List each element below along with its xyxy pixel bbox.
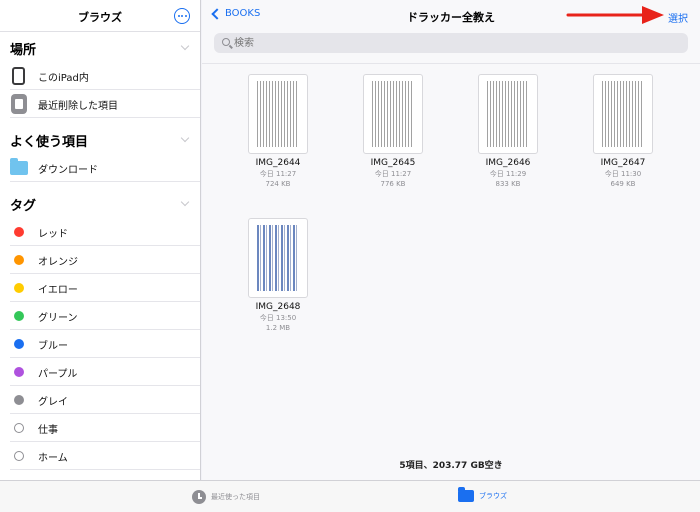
chevron-down-icon: [180, 41, 190, 51]
file-date: 今日 11:29: [489, 170, 527, 178]
section-favorites[interactable]: よく使う項目: [0, 124, 200, 154]
section-tags[interactable]: タグ: [0, 188, 200, 218]
file-name: IMG_2647: [600, 158, 646, 168]
file-item[interactable]: IMG_2648 今日 13:50 1.2 MB: [228, 218, 328, 332]
sidebar-item-tag-green[interactable]: グリーン: [10, 302, 200, 330]
sidebar-item-tag-orange[interactable]: オレンジ: [10, 246, 200, 274]
sidebar-title: ブラウズ: [78, 11, 122, 24]
sidebar-item-label: パープル: [38, 369, 78, 380]
file-date: 今日 11:27: [374, 170, 412, 178]
sidebar-item-label: グレイ: [38, 397, 68, 408]
file-thumbnail: [248, 74, 308, 154]
sidebar-header: ブラウズ: [0, 0, 200, 32]
folder-icon: [458, 487, 474, 502]
file-thumbnail: [363, 74, 423, 154]
tag-gray-icon: [14, 395, 24, 405]
file-thumbnail: [478, 74, 538, 154]
trash-icon: [11, 94, 27, 114]
more-options-icon[interactable]: [174, 8, 190, 24]
select-button[interactable]: 選択: [668, 10, 688, 25]
main-content: BOOKS ドラッカー全教え 選択 IMG_2644 今日 11:27 724 …: [202, 0, 700, 480]
file-item[interactable]: IMG_2645 今日 11:27 776 KB: [343, 74, 443, 188]
file-item[interactable]: IMG_2646 今日 11:29 833 KB: [458, 74, 558, 188]
file-size: 833 KB: [495, 180, 521, 188]
file-name: IMG_2645: [370, 158, 416, 168]
file-item[interactable]: IMG_2644 今日 11:27 724 KB: [228, 74, 328, 188]
tab-label: 最近使った項目: [211, 493, 260, 501]
sidebar-item-tag-yellow[interactable]: イエロー: [10, 274, 200, 302]
file-name: IMG_2646: [485, 158, 531, 168]
file-thumbnail: [593, 74, 653, 154]
file-size: 776 KB: [380, 180, 406, 188]
tag-red-icon: [14, 227, 24, 237]
sidebar: ブラウズ 場所 このiPad内 最近削除した項目 よく使う項目 ダウンロード タ…: [0, 0, 201, 480]
section-title: よく使う項目: [10, 135, 89, 150]
sidebar-item-label: ブルー: [38, 341, 68, 352]
file-name: IMG_2644: [255, 158, 301, 168]
search-input[interactable]: [234, 36, 674, 50]
divider: [202, 63, 700, 64]
sidebar-item-tag-blue[interactable]: ブルー: [10, 330, 200, 358]
sidebar-item-on-my-ipad[interactable]: このiPad内: [10, 62, 200, 90]
annotation-arrow-icon: [566, 6, 664, 24]
section-title: 場所: [10, 43, 37, 58]
sidebar-item-label: グリーン: [38, 313, 78, 324]
tab-recents[interactable]: 最近使った項目: [192, 490, 260, 504]
ipad-icon: [12, 67, 25, 85]
tag-yellow-icon: [14, 283, 24, 293]
file-date: 今日 11:30: [604, 170, 642, 178]
sidebar-item-label: ダウンロード: [38, 165, 98, 176]
sidebar-item-tag-work[interactable]: 仕事: [10, 414, 200, 442]
tag-orange-icon: [14, 255, 24, 265]
file-date: 今日 11:27: [259, 170, 297, 178]
section-title: タグ: [10, 199, 37, 214]
tag-blue-icon: [14, 339, 24, 349]
chevron-down-icon: [180, 197, 190, 207]
sidebar-item-tag-gray[interactable]: グレイ: [10, 386, 200, 414]
navigation-bar: BOOKS ドラッカー全教え 選択: [202, 0, 700, 32]
sidebar-item-label: ホーム: [38, 453, 68, 464]
sidebar-item-label: イエロー: [38, 285, 78, 296]
search-icon: [222, 38, 230, 46]
sidebar-item-label: 最近削除した項目: [38, 101, 118, 112]
folder-icon: [10, 158, 28, 175]
section-locations[interactable]: 場所: [0, 32, 200, 62]
tag-empty-icon: [14, 451, 24, 461]
sidebar-item-label: オレンジ: [38, 257, 78, 268]
tag-empty-icon: [14, 423, 24, 433]
sidebar-item-label: レッド: [38, 229, 68, 240]
file-name: IMG_2648: [255, 302, 301, 312]
search-bar[interactable]: [214, 33, 688, 53]
clock-icon: [192, 490, 206, 504]
file-item[interactable]: IMG_2647 今日 11:30 649 KB: [573, 74, 673, 188]
file-date: 今日 13:50: [259, 314, 297, 322]
tab-bar: 最近使った項目 ブラウズ: [0, 480, 700, 512]
tab-label: ブラウズ: [479, 492, 507, 500]
sidebar-item-tag-red[interactable]: レッド: [10, 218, 200, 246]
file-size: 649 KB: [610, 180, 636, 188]
sidebar-item-downloads[interactable]: ダウンロード: [10, 154, 200, 182]
tag-green-icon: [14, 311, 24, 321]
sidebar-item-tag-purple[interactable]: パープル: [10, 358, 200, 386]
file-size: 1.2 MB: [265, 324, 291, 332]
sidebar-item-recently-deleted[interactable]: 最近削除した項目: [10, 90, 200, 118]
sidebar-item-label: このiPad内: [38, 73, 89, 84]
sidebar-item-tag-home[interactable]: ホーム: [10, 442, 200, 470]
file-size: 724 KB: [265, 180, 291, 188]
chevron-down-icon: [180, 133, 190, 143]
tab-browse[interactable]: ブラウズ: [458, 487, 507, 502]
sidebar-item-label: 仕事: [38, 425, 58, 436]
file-thumbnail: [248, 218, 308, 298]
storage-status: 5項目、203.77 GB空き: [399, 461, 503, 471]
tag-purple-icon: [14, 367, 24, 377]
